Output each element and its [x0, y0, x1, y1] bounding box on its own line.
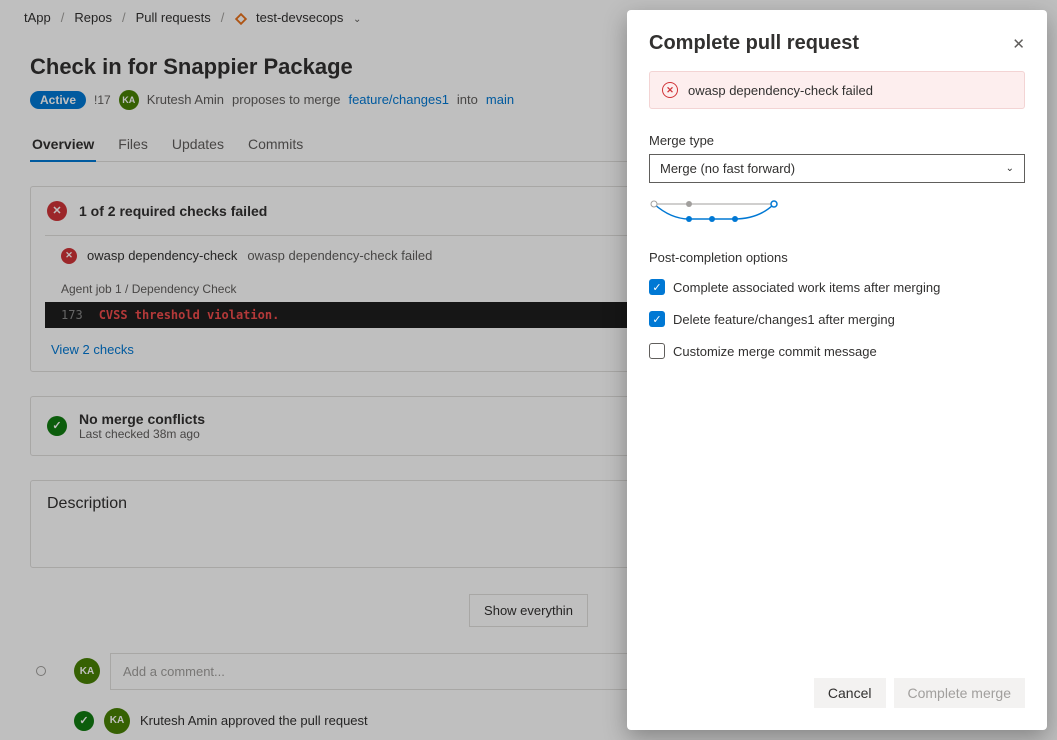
option-customize-message[interactable]: Customize merge commit message [649, 343, 1025, 359]
error-banner: ✕ owasp dependency-check failed [649, 71, 1025, 109]
merge-type-select[interactable]: Merge (no fast forward) ⌄ [649, 154, 1025, 183]
option-complete-workitems[interactable]: ✓ Complete associated work items after m… [649, 279, 1025, 295]
panel-title: Complete pull request [649, 32, 859, 55]
error-text: owasp dependency-check failed [688, 83, 873, 98]
post-options-label: Post-completion options [649, 250, 1025, 265]
option-label: Delete feature/changes1 after merging [673, 312, 895, 327]
option-delete-branch[interactable]: ✓ Delete feature/changes1 after merging [649, 311, 1025, 327]
checkbox-unchecked-icon[interactable] [649, 343, 665, 359]
merge-type-value: Merge (no fast forward) [660, 161, 795, 176]
complete-merge-button[interactable]: Complete merge [894, 678, 1026, 708]
close-icon[interactable]: ✕ [1012, 35, 1025, 53]
checkbox-checked-icon[interactable]: ✓ [649, 311, 665, 327]
cancel-button[interactable]: Cancel [814, 678, 886, 708]
merge-type-label: Merge type [649, 133, 1025, 148]
chevron-down-icon: ⌄ [1006, 163, 1014, 174]
complete-pr-panel: Complete pull request ✕ ✕ owasp dependen… [627, 10, 1047, 730]
option-label: Complete associated work items after mer… [673, 280, 940, 295]
option-label: Customize merge commit message [673, 344, 877, 359]
error-icon: ✕ [662, 82, 678, 98]
checkbox-checked-icon[interactable]: ✓ [649, 279, 665, 295]
merge-graph [649, 199, 1025, 226]
